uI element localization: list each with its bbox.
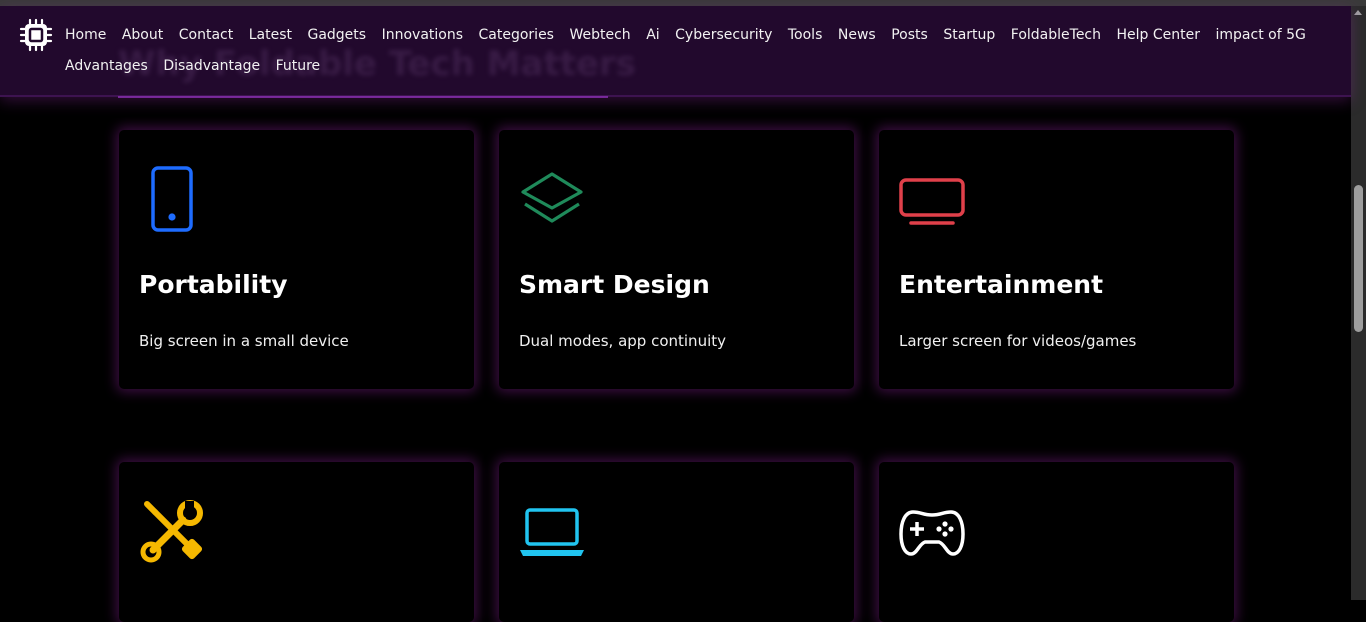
- nav-link-impact-of-5g[interactable]: impact of 5G: [1216, 24, 1306, 46]
- tools-icon: [140, 500, 203, 563]
- feature-card-laptop: [499, 462, 854, 622]
- nav-link-help-center[interactable]: Help Center: [1117, 24, 1201, 46]
- card-description: Big screen in a small device: [139, 332, 349, 350]
- nav-link-innovations[interactable]: Innovations: [382, 24, 463, 46]
- feature-card-portability: Portability Big screen in a small device: [119, 130, 474, 389]
- nav-link-tools[interactable]: Tools: [788, 24, 823, 46]
- card-title: Entertainment: [899, 270, 1104, 299]
- monitor-icon: [899, 178, 965, 225]
- nav-link-news[interactable]: News: [838, 24, 876, 46]
- nav-link-disadvantage[interactable]: Disadvantage: [163, 55, 260, 77]
- card-description: Larger screen for videos/games: [899, 332, 1137, 350]
- nav-link-webtech[interactable]: Webtech: [569, 24, 630, 46]
- feature-card-gaming: [879, 462, 1234, 622]
- nav-link-ai[interactable]: Ai: [646, 24, 659, 46]
- nav-link-home[interactable]: Home: [65, 24, 106, 46]
- card-title: Smart Design: [519, 270, 710, 299]
- chip-icon[interactable]: [19, 18, 53, 52]
- laptop-icon: [520, 508, 584, 556]
- nav-link-gadgets[interactable]: Gadgets: [307, 24, 366, 46]
- nav-links-row-2: Advantages Disadvantage Future: [65, 55, 336, 77]
- nav-link-contact[interactable]: Contact: [179, 24, 233, 46]
- scrollbar-thumb[interactable]: [1354, 185, 1363, 332]
- nav-links-row-1: Home About Contact Latest Gadgets Innova…: [65, 24, 1321, 46]
- card-title: Portability: [139, 270, 288, 299]
- card-description: Dual modes, app continuity: [519, 332, 726, 350]
- heading-underline: [118, 96, 608, 98]
- feature-card-smart-design: Smart Design Dual modes, app continuity: [499, 130, 854, 389]
- nav-link-about[interactable]: About: [122, 24, 163, 46]
- phone-icon: [151, 166, 193, 232]
- nav-link-categories[interactable]: Categories: [479, 24, 554, 46]
- nav-link-advantages[interactable]: Advantages: [65, 55, 148, 77]
- nav-link-foldabletech[interactable]: FoldableTech: [1011, 24, 1101, 46]
- scroll-up-arrow-icon[interactable]: [1354, 10, 1362, 15]
- top-navbar: Why Foldable Tech Matters Home About Con…: [0, 6, 1351, 98]
- feature-card-tools: [119, 462, 474, 622]
- feature-card-entertainment: Entertainment Larger screen for videos/g…: [879, 130, 1234, 389]
- layers-icon: [521, 172, 583, 223]
- nav-link-posts[interactable]: Posts: [891, 24, 928, 46]
- nav-link-cybersecurity[interactable]: Cybersecurity: [675, 24, 772, 46]
- nav-link-startup[interactable]: Startup: [943, 24, 995, 46]
- nav-link-future[interactable]: Future: [276, 55, 321, 77]
- gamepad-icon: [899, 510, 965, 556]
- nav-link-latest[interactable]: Latest: [249, 24, 292, 46]
